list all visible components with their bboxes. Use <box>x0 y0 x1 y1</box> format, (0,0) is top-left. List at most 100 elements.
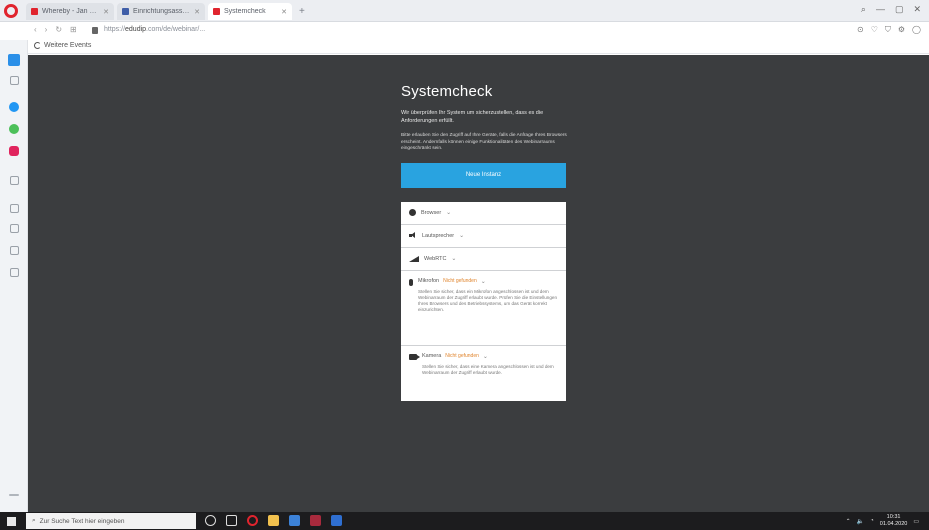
chevron-down-icon: ⌄ <box>482 353 488 360</box>
search-input: Zur Suche Text hier eingeben <box>39 517 125 525</box>
settings-icon[interactable]: ⚙ <box>898 25 905 35</box>
tab-title: Systemcheck <box>224 8 266 15</box>
messenger-icon[interactable] <box>9 102 19 112</box>
clock[interactable]: 10:31 01.04.2020 <box>880 514 908 528</box>
lock-icon[interactable] <box>92 27 98 34</box>
maximize-icon[interactable]: ▢ <box>895 4 904 15</box>
check-header: Kamera Nicht gefunden ⌄ <box>422 353 562 360</box>
windows-start-icon[interactable] <box>7 517 16 526</box>
task-view-icon[interactable] <box>226 515 237 526</box>
url-field[interactable]: https://edudip.com/de/webinar/... <box>104 26 205 33</box>
notification-icon[interactable]: ▭ <box>913 518 919 525</box>
tray-arrow-icon[interactable]: ⌃ <box>846 518 851 525</box>
chevron-down-icon: ⌄ <box>451 256 457 263</box>
toolbar-icons: ⊙ ♡ ⛉ ⚙ ◯ <box>857 25 921 35</box>
chevron-down-icon: ⌄ <box>459 233 465 240</box>
opera-logo-icon[interactable] <box>4 4 18 18</box>
speed-dial-sidebar-icon[interactable] <box>8 54 20 66</box>
taskbar-apps <box>205 515 342 526</box>
instagram-icon[interactable] <box>9 146 19 156</box>
tab-list: Whereby - Jan 2020 Kev... ✕ Einrichtungs… <box>26 3 305 20</box>
store-icon[interactable] <box>289 515 300 526</box>
heart-icon[interactable]: ♡ <box>871 25 878 35</box>
back-icon[interactable]: ‹ <box>34 25 37 34</box>
window-controls: ⌕ — ▢ ✕ <box>861 4 921 15</box>
sidebar-more-icon[interactable] <box>9 494 19 496</box>
bookmarks-icon[interactable] <box>10 204 19 213</box>
signal-icon <box>409 255 419 262</box>
clock-time: 10:31 <box>886 514 901 520</box>
profile-icon[interactable]: ◯ <box>912 25 921 35</box>
status-badge: Nicht gefunden <box>443 278 477 285</box>
check-label: WebRTC <box>424 255 447 262</box>
file-explorer-icon[interactable] <box>268 515 279 526</box>
camera-snapshot-icon[interactable]: ⊙ <box>857 25 864 35</box>
check-speaker[interactable]: Lautsprecher ⌄ <box>401 224 566 248</box>
search-tabs-icon[interactable]: ⌕ <box>861 4 866 15</box>
video-camera-icon <box>409 353 420 360</box>
check-browser[interactable]: Browser ⌄ <box>401 201 566 225</box>
speed-dial-icon[interactable]: ⊞ <box>70 25 77 34</box>
new-tab-button[interactable]: + <box>299 3 305 20</box>
minimize-icon[interactable]: — <box>876 4 885 15</box>
check-body: Mikrofon Nicht gefunden ⌄ Stellen Sie si… <box>418 278 558 314</box>
cortana-icon[interactable] <box>205 515 216 526</box>
reload-icon[interactable]: ↻ <box>55 25 62 34</box>
check-label: Browser <box>421 209 442 216</box>
bookmark-label: Weitere Events <box>44 42 92 49</box>
check-network[interactable]: WebRTC ⌄ <box>401 247 566 271</box>
check-microphone[interactable]: Mikrofon Nicht gefunden ⌄ Stellen Sie si… <box>401 270 566 346</box>
tab-favicon-icon <box>213 8 220 15</box>
check-body: Kamera Nicht gefunden ⌄ Stellen Sie sich… <box>422 353 562 376</box>
check-label: Mikrofon <box>418 278 440 285</box>
volume-icon[interactable]: 🔈 <box>857 518 864 525</box>
nav-buttons: ‹ › ↻ ⊞ <box>34 25 77 34</box>
clock-date: 01.04.2020 <box>879 521 908 527</box>
network-icon[interactable]: ◔ <box>870 518 874 524</box>
shield-icon[interactable]: ⛉ <box>885 25 891 35</box>
bookmarks-bar: Weitere Events <box>28 40 929 54</box>
page-title: Systemcheck <box>401 83 493 100</box>
tab-setup-assistant[interactable]: Einrichtungsassistent ... ✕ <box>117 3 205 20</box>
tab-title: Whereby - Jan 2020 Kev... <box>42 8 99 15</box>
check-header: Mikrofon Nicht gefunden ⌄ <box>418 278 558 285</box>
globe-icon <box>409 209 416 217</box>
systemcheck-panel: Systemcheck Wir überprüfen Ihr System um… <box>401 83 567 401</box>
microphone-icon <box>409 278 413 286</box>
check-description: Stellen Sie sicher, dass ein Mikrofon an… <box>418 288 557 313</box>
extensions-icon[interactable] <box>10 268 19 277</box>
chevron-down-icon: ⌄ <box>480 278 486 285</box>
forward-icon[interactable]: › <box>45 25 48 34</box>
bookmark-icon <box>34 42 41 49</box>
close-window-icon[interactable]: ✕ <box>913 4 921 15</box>
page-content: Systemcheck Wir überprüfen Ihr System um… <box>28 55 929 512</box>
tab-close-icon[interactable]: ✕ <box>194 8 200 16</box>
permission-note: Bitte erlauben Sie den Zugriff auf Ihre … <box>401 133 567 152</box>
tab-close-icon[interactable]: ✕ <box>281 8 287 16</box>
start-check-button[interactable]: Neue Instanz <box>401 162 566 188</box>
teams-icon[interactable] <box>331 515 342 526</box>
taskbar-search[interactable]: ⌕ Zur Suche Text hier eingeben <box>26 513 196 529</box>
tab-systemcheck[interactable]: Systemcheck ✕ <box>208 3 292 20</box>
check-label: Lautsprecher <box>422 232 455 239</box>
bookmark-item[interactable]: Weitere Events <box>34 42 91 49</box>
status-badge: Nicht gefunden <box>445 353 479 360</box>
search-icon: ⌕ <box>32 517 36 524</box>
opera-taskbar-icon[interactable] <box>247 515 258 526</box>
downloads-icon[interactable] <box>10 246 19 255</box>
player-icon[interactable] <box>10 176 19 185</box>
app-icon[interactable] <box>310 515 321 526</box>
whatsapp-icon[interactable] <box>9 124 19 134</box>
check-camera[interactable]: Kamera Nicht gefunden ⌄ Stellen Sie sich… <box>401 345 566 401</box>
url-path: .com/de/webinar/... <box>146 26 206 33</box>
chevron-down-icon: ⌄ <box>446 210 452 217</box>
tab-close-icon[interactable]: ✕ <box>103 8 109 16</box>
browser-sidebar <box>0 40 28 512</box>
history-icon[interactable] <box>10 224 19 233</box>
tab-title: Einrichtungsassistent ... <box>133 8 190 15</box>
tab-whereby[interactable]: Whereby - Jan 2020 Kev... ✕ <box>26 3 114 20</box>
tab-strip: Whereby - Jan 2020 Kev... ✕ Einrichtungs… <box>0 0 929 22</box>
screen: Whereby - Jan 2020 Kev... ✕ Einrichtungs… <box>0 0 929 530</box>
windows-taskbar: ⌕ Zur Suche Text hier eingeben ⌃ 🔈 ◔ 10:… <box>0 512 929 530</box>
news-icon[interactable] <box>10 76 19 85</box>
